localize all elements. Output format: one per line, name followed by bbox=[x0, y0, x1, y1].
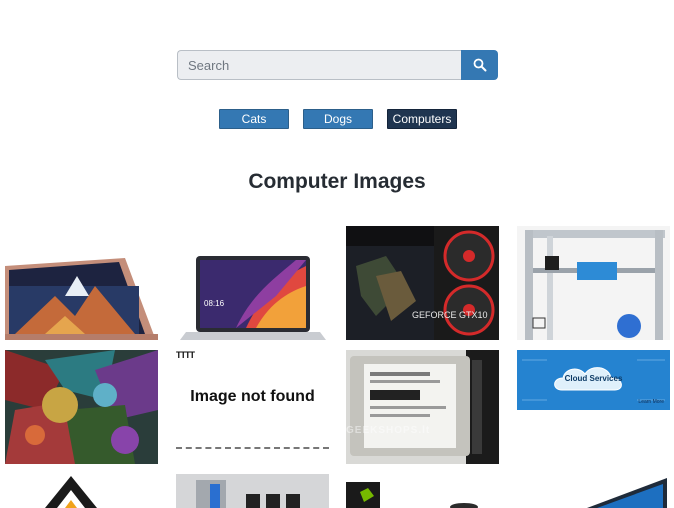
image-logo-partial[interactable] bbox=[5, 474, 158, 508]
image-monitor-partial[interactable] bbox=[517, 474, 670, 508]
cloud-services-label: Cloud Services bbox=[564, 374, 623, 383]
learn-more-label: Learn More bbox=[638, 399, 664, 405]
section-title: Computer Images bbox=[248, 170, 426, 193]
search-input[interactable] bbox=[177, 50, 461, 80]
image-laptop-rose[interactable] bbox=[5, 226, 158, 340]
category-computers-button[interactable]: Computers bbox=[387, 109, 457, 129]
image-not-found-text: Image not found bbox=[190, 388, 315, 405]
image-geforce-partial[interactable] bbox=[346, 474, 499, 508]
search-icon bbox=[473, 58, 486, 72]
image-hard-drive[interactable]: GEEKSHOPS.lt bbox=[346, 350, 499, 464]
search-bar bbox=[177, 50, 498, 80]
category-dogs-button[interactable]: Dogs bbox=[303, 109, 373, 129]
search-button[interactable] bbox=[461, 50, 498, 80]
hdd-watermark: GEEKSHOPS.lt bbox=[346, 425, 431, 436]
category-cats-button[interactable]: Cats bbox=[219, 109, 289, 129]
image-graphics-card[interactable]: GEFORCE GTX10 bbox=[346, 226, 499, 340]
image-laptop-silver[interactable]: 08:16 bbox=[176, 226, 329, 340]
laptop-time: 08:16 bbox=[204, 299, 225, 308]
broken-image-fragment: TTTT bbox=[176, 350, 195, 360]
image-components-partial[interactable] bbox=[176, 474, 329, 508]
dashed-divider bbox=[176, 447, 329, 449]
image-not-found[interactable]: TTTT Image not found bbox=[176, 350, 329, 464]
page: Cats Dogs Computers Computer Images 08:1… bbox=[0, 0, 674, 508]
image-3d-printer[interactable] bbox=[517, 226, 670, 340]
image-fractal-art[interactable] bbox=[5, 350, 158, 464]
image-cloud-services[interactable]: Cloud Services Learn More bbox=[517, 350, 670, 410]
gpu-label: GEFORCE GTX10 bbox=[412, 310, 488, 320]
